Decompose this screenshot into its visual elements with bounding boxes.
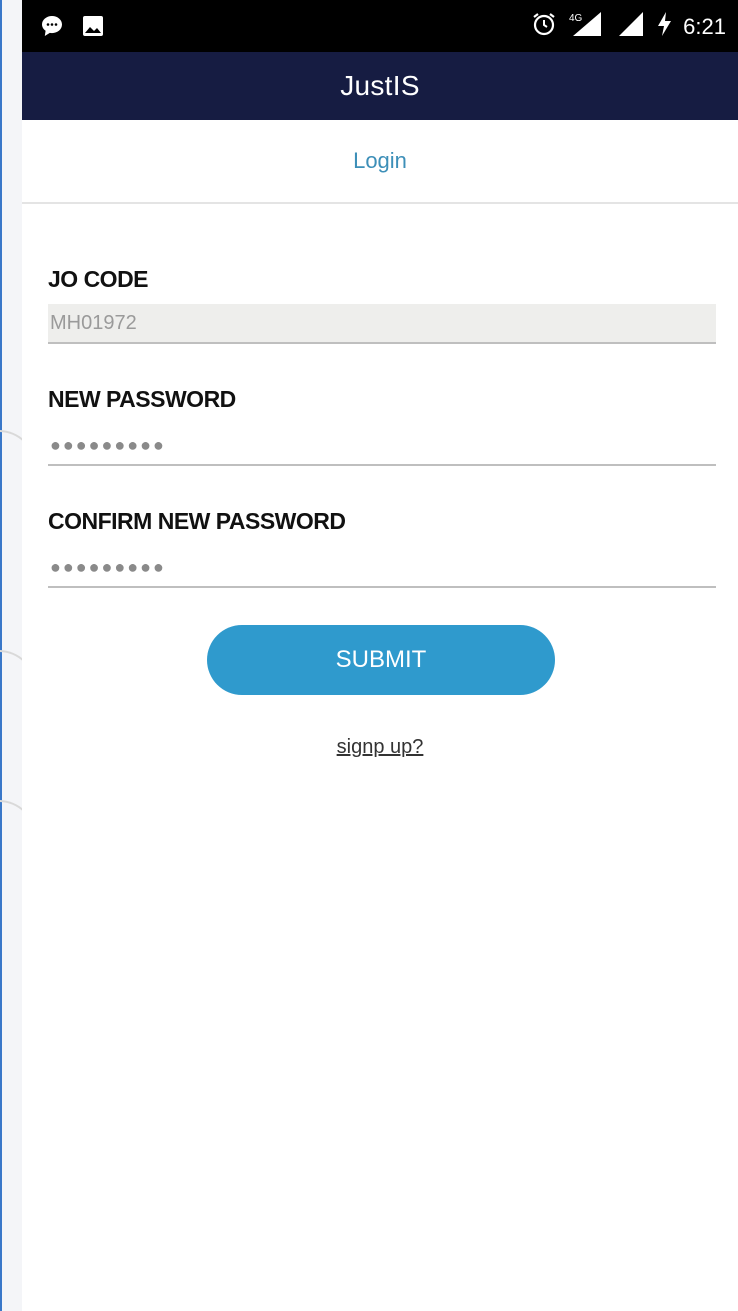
jo-code-label: JO CODE [48,266,149,292]
confirm-password-label: CONFIRM NEW PASSWORD [48,508,346,534]
chat-icon [40,14,64,43]
charging-icon [655,10,673,43]
status-bar: 4G 6:21 [22,0,738,52]
new-password-label: NEW PASSWORD [48,386,236,412]
tab-login[interactable]: Login [353,148,407,174]
new-password-input[interactable] [48,426,716,466]
app-bar: JustIS [22,52,738,120]
submit-button[interactable]: SUBMIT [207,625,555,695]
tab-bar: Login [22,120,738,204]
jo-code-input[interactable] [48,304,716,344]
image-icon [82,15,104,42]
confirm-password-input[interactable] [48,548,716,588]
app-title: JustIS [340,70,420,101]
device-frame: 4G 6:21 JustIS Login JO CODE NEW PASSWOR… [0,0,738,1311]
svg-text:4G: 4G [569,13,583,24]
status-time: 6:21 [683,13,726,39]
alarm-icon [531,11,557,42]
app-screen: 4G 6:21 JustIS Login JO CODE NEW PASSWOR… [22,0,738,1311]
signal-4g-icon: 4G [567,10,607,43]
signup-link[interactable]: signp up? [22,736,738,759]
signal-icon [617,10,645,43]
window-edge [0,0,36,1311]
